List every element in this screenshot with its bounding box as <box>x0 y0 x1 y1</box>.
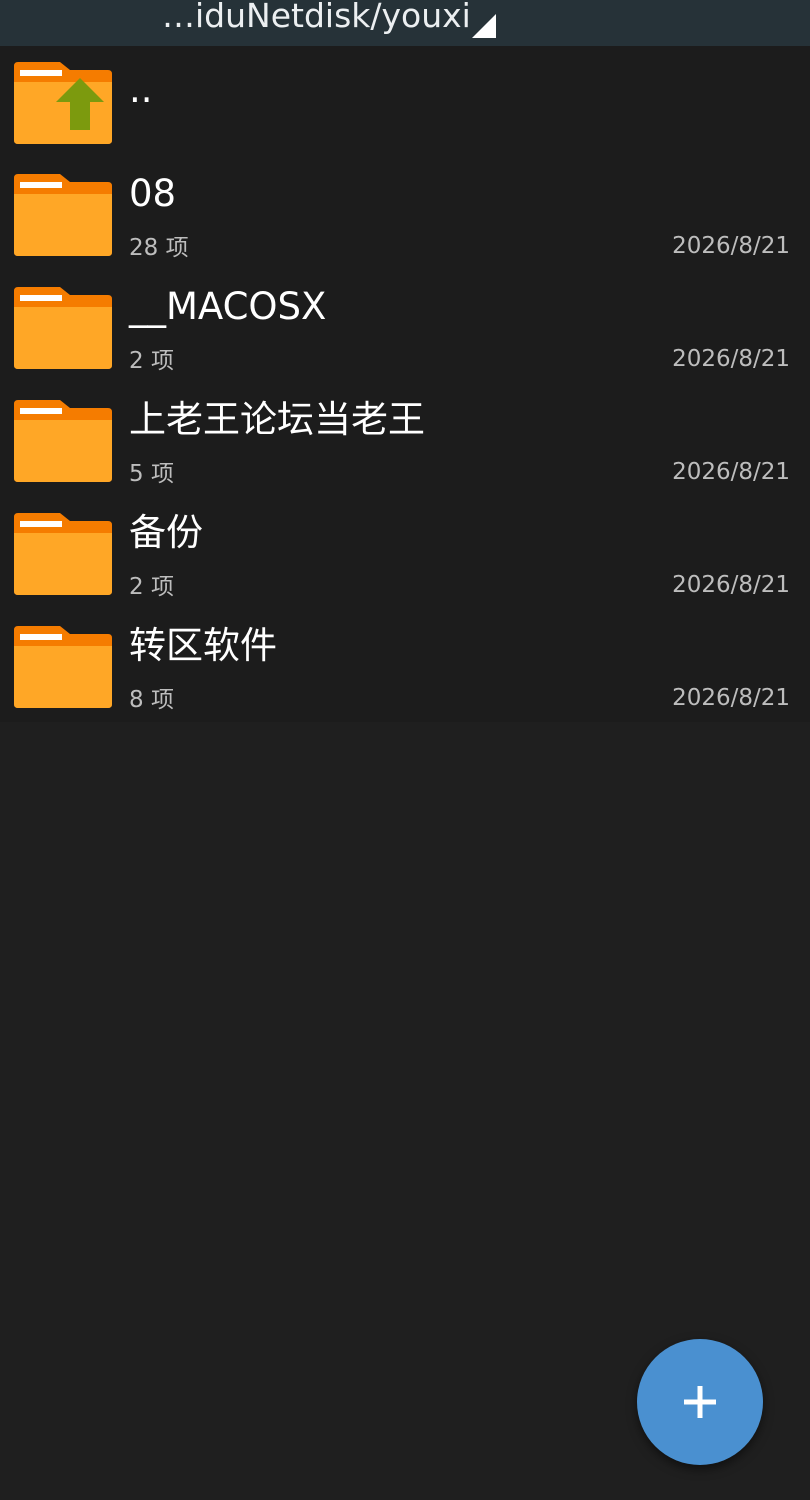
folder-icon <box>14 513 112 595</box>
file-list: .. 08 28 项 2026/8/21 __MACOSX 2 项 2026/8… <box>0 46 810 722</box>
list-item-parent-directory[interactable]: .. <box>0 46 810 159</box>
current-path[interactable]: …iduNetdisk/youxi <box>162 0 471 36</box>
folder-up-icon <box>14 62 112 144</box>
folder-name: 上老王论坛当老王 <box>129 398 425 441</box>
modified-date: 2026/8/21 <box>672 572 790 598</box>
folder-name: 转区软件 <box>129 624 277 667</box>
parent-directory-label: .. <box>129 68 153 111</box>
plus-icon <box>684 1386 716 1418</box>
list-item[interactable]: __MACOSX 2 项 2026/8/21 <box>0 272 810 385</box>
item-count: 8 项 <box>129 687 174 713</box>
folder-icon <box>14 174 112 256</box>
folder-icon <box>14 287 112 369</box>
list-item[interactable]: 备份 2 项 2026/8/21 <box>0 498 810 611</box>
modified-date: 2026/8/21 <box>672 233 790 259</box>
folder-name: __MACOSX <box>129 285 327 328</box>
item-count: 2 项 <box>129 574 174 600</box>
modified-date: 2026/8/21 <box>672 685 790 711</box>
folder-icon <box>14 400 112 482</box>
top-app-bar: …iduNetdisk/youxi <box>0 0 810 46</box>
item-count: 28 项 <box>129 235 189 261</box>
folder-icon <box>14 626 112 708</box>
list-item[interactable]: 上老王论坛当老王 5 项 2026/8/21 <box>0 385 810 498</box>
folder-name: 备份 <box>129 511 203 554</box>
item-count: 5 项 <box>129 461 174 487</box>
dropdown-triangle-icon[interactable] <box>472 14 496 38</box>
list-item[interactable]: 08 28 项 2026/8/21 <box>0 159 810 272</box>
modified-date: 2026/8/21 <box>672 459 790 485</box>
modified-date: 2026/8/21 <box>672 346 790 372</box>
list-item[interactable]: 转区软件 8 项 2026/8/21 <box>0 611 810 724</box>
folder-name: 08 <box>129 172 177 215</box>
item-count: 2 项 <box>129 348 174 374</box>
add-button[interactable] <box>637 1339 763 1465</box>
